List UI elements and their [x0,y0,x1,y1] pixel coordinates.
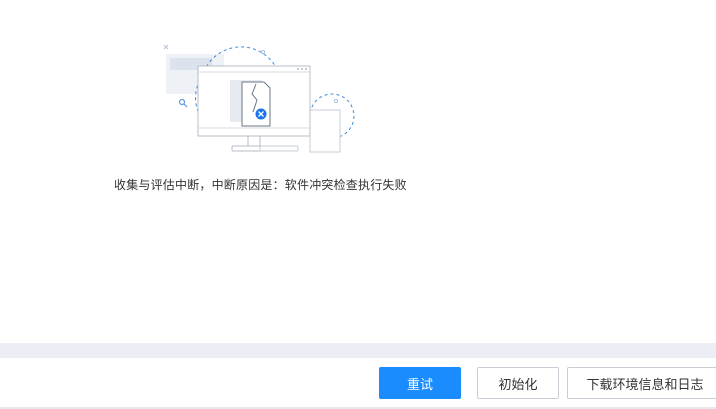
download-logs-button[interactable]: 下载环境信息和日志 [567,367,716,399]
retry-button[interactable]: 重试 [379,367,461,399]
window-dot-icon [305,68,307,70]
content-area: 收集与评估中断，中断原因是：软件冲突检查执行失败 [0,0,716,343]
initialize-button[interactable]: 初始化 [477,367,559,399]
search-icon [178,98,188,108]
sparkle-x-icon [163,44,169,50]
secondary-monitor [309,109,341,153]
dot-icon [261,49,266,54]
window-dot-icon [297,68,299,70]
status-message: 收集与评估中断，中断原因是：软件冲突检查执行失败 [114,178,407,192]
broken-file-monitor-icon [163,44,355,153]
section-divider [0,343,716,358]
monitor-neck [247,135,261,147]
action-footer: 重试 初始化 下载环境信息和日志 [0,358,716,409]
window-dot-icon [301,68,303,70]
secondary-base [259,145,299,152]
close-circle-icon [255,108,267,120]
dot-icon [333,99,338,104]
